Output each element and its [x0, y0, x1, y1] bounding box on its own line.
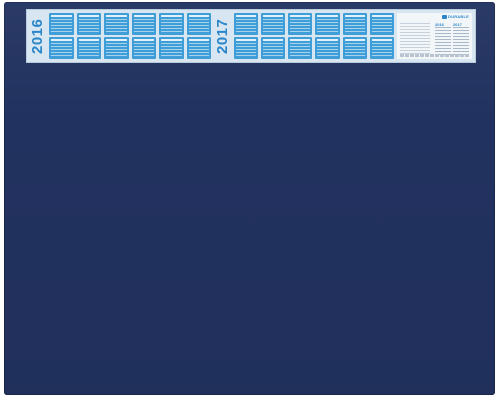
notes-lines	[400, 23, 430, 55]
brand-logo: DURABLE	[442, 14, 469, 19]
month-block	[104, 37, 129, 59]
month-block	[288, 13, 313, 35]
month-block	[159, 37, 184, 59]
month-grid-second-year	[234, 13, 394, 59]
brand-name: DURABLE	[448, 14, 469, 19]
month-block	[49, 37, 74, 59]
month-grid-first-year	[49, 13, 211, 59]
month-block	[131, 13, 156, 35]
notes-column-first-year: 2016	[435, 22, 453, 56]
calendar-strip: 2016 2017 DURABLE 2016 2017	[26, 9, 476, 63]
notes-column-lines	[435, 27, 451, 55]
notes-footer-text	[400, 54, 469, 57]
month-block	[234, 13, 259, 35]
month-block	[104, 13, 129, 35]
month-block	[315, 13, 340, 35]
month-block	[186, 13, 211, 35]
month-block	[234, 37, 259, 59]
month-block	[315, 37, 340, 59]
month-block	[261, 13, 286, 35]
year-label-second: 2017	[214, 18, 231, 54]
month-block	[369, 13, 394, 35]
month-block	[186, 37, 211, 59]
month-block	[76, 37, 101, 59]
month-block	[369, 37, 394, 59]
year-label-first: 2016	[29, 18, 46, 54]
month-block	[342, 13, 367, 35]
notes-column-lines	[453, 27, 469, 55]
brand-mark-icon	[442, 14, 448, 19]
notes-column-second-year: 2017	[453, 22, 471, 56]
month-block	[159, 13, 184, 35]
month-block	[288, 37, 313, 59]
month-block	[261, 37, 286, 59]
month-block	[131, 37, 156, 59]
notes-panel: DURABLE 2016 2017	[397, 13, 472, 59]
month-block	[49, 13, 74, 35]
month-block	[76, 13, 101, 35]
desk-mat: 2016 2017 DURABLE 2016 2017	[4, 2, 495, 395]
month-block	[342, 37, 367, 59]
